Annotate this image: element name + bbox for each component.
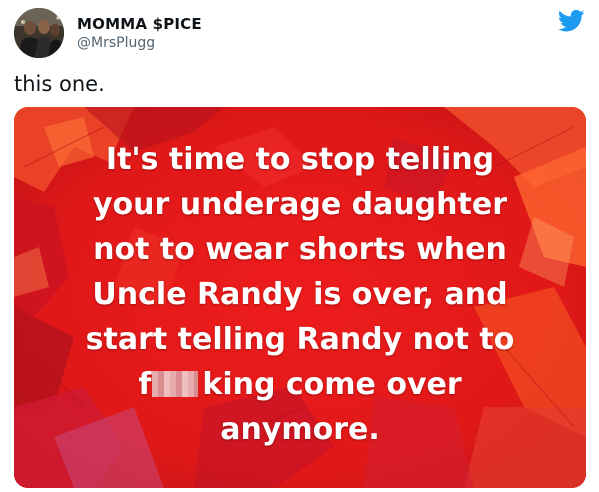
twitter-bird-icon[interactable] xyxy=(558,9,585,33)
image-quote: It's time to stop telling your underage … xyxy=(14,137,586,452)
quote-line-4: Uncle Randy is over, and xyxy=(92,277,508,312)
quote-line-6: f king come over xyxy=(14,362,586,407)
quote-line-1: It's time to stop telling xyxy=(105,142,495,177)
tweet-header: MOMMA $PICE @MrsPlugg xyxy=(14,8,585,60)
user-info: MOMMA $PICE @MrsPlugg xyxy=(77,15,202,52)
tweet-card: MOMMA $PICE @MrsPlugg this one. It's tim… xyxy=(0,0,599,492)
quote-line-3: not to wear shorts when xyxy=(93,232,507,267)
quote-line-7: anymore. xyxy=(220,412,380,447)
quote-line-6-start: f xyxy=(138,367,152,402)
display-name[interactable]: MOMMA $PICE xyxy=(77,15,202,33)
tweet-text: this one. xyxy=(14,72,105,96)
quote-line-6-end: king come over xyxy=(202,367,462,402)
quote-line-5: start telling Randy not to xyxy=(85,322,515,357)
avatar-photo xyxy=(14,8,64,58)
avatar[interactable] xyxy=(14,8,64,58)
quote-line-2: your underage daughter xyxy=(93,187,507,222)
user-handle[interactable]: @MrsPlugg xyxy=(77,34,202,52)
tweet-image[interactable]: It's time to stop telling your underage … xyxy=(14,107,586,488)
censor-blur xyxy=(152,371,199,397)
